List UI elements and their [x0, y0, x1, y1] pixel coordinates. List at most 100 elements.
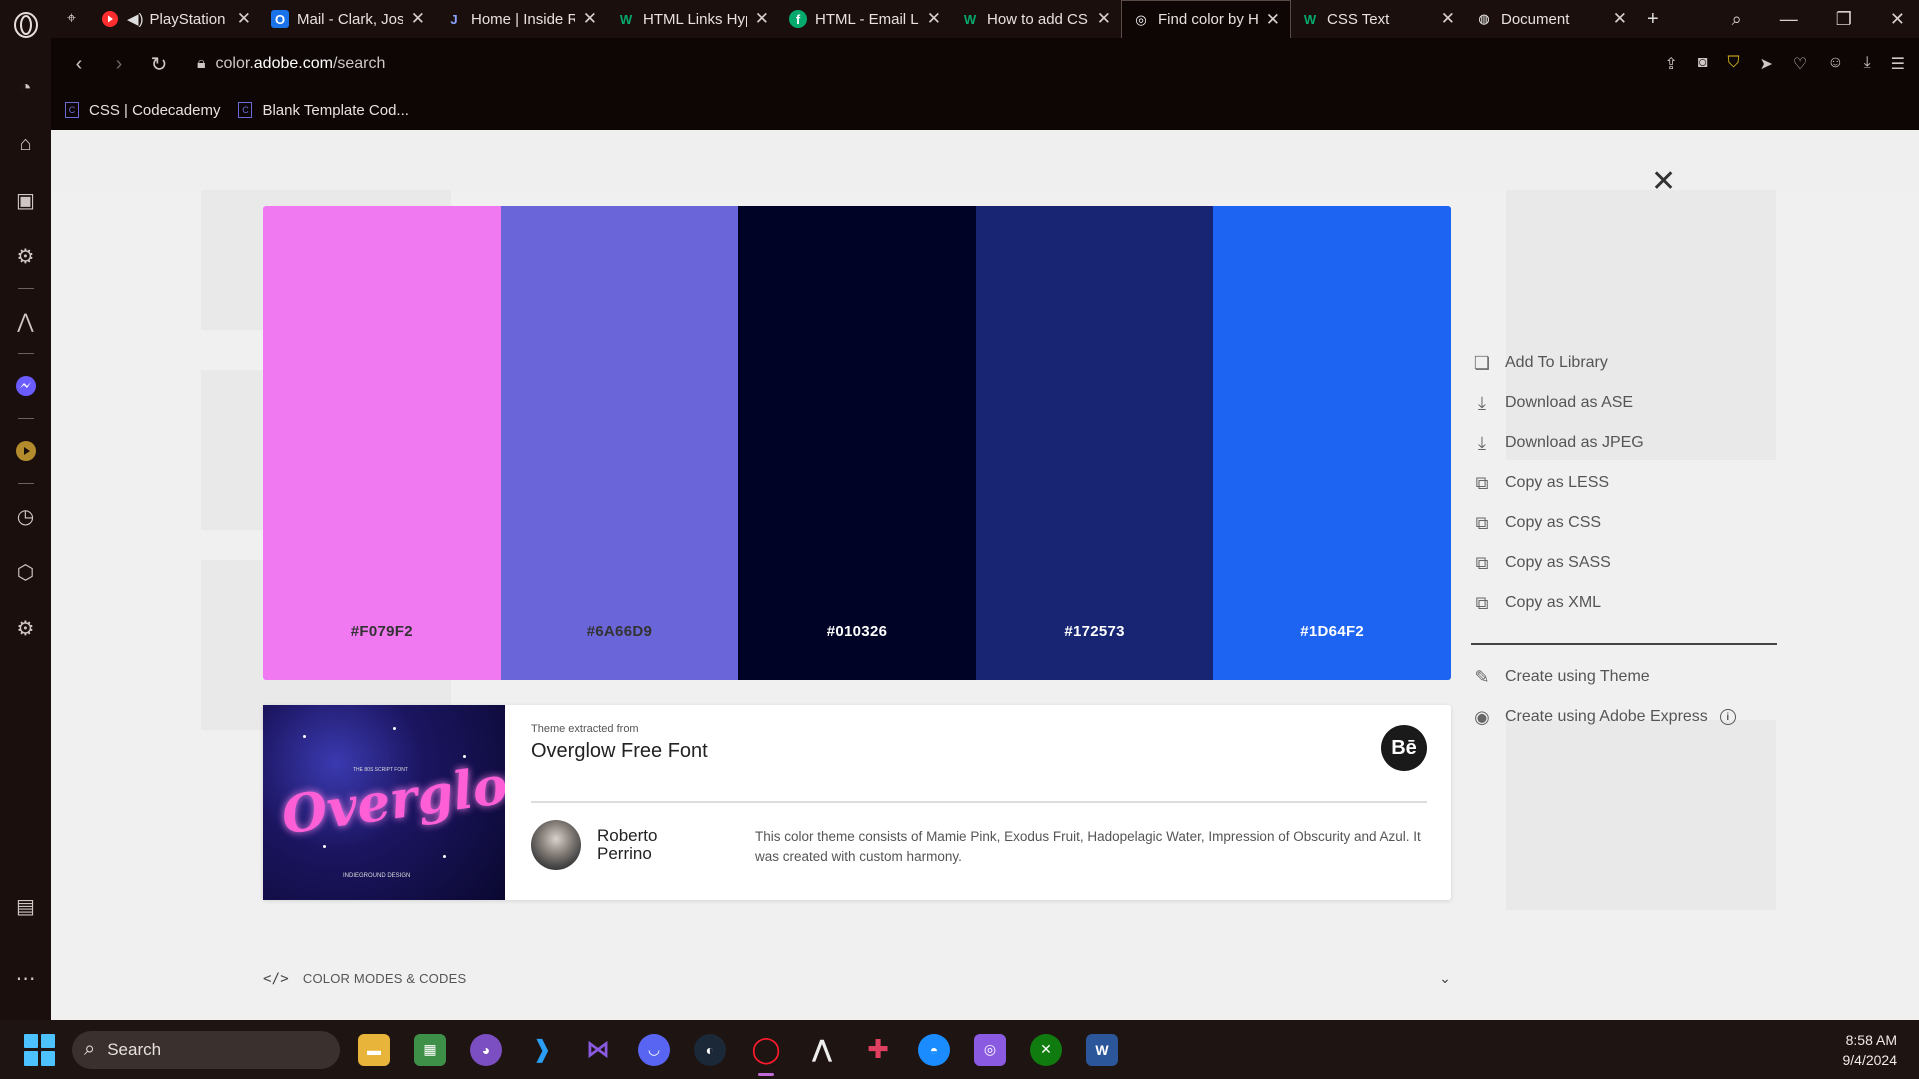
tab-css-text[interactable]: W CSS Text ✕ [1291, 0, 1465, 38]
bookmark-css-codecademy[interactable]: C CSS | Codecademy [65, 102, 220, 119]
swatch-1[interactable]: #F079F2 [263, 206, 501, 680]
taskbar-search[interactable]: ⌕ Search [72, 1030, 340, 1069]
ai-icon[interactable]: ⚙ [12, 242, 40, 270]
download-jpeg-button[interactable]: ⤓ Download as JPEG [1471, 423, 1777, 463]
w3schools-icon: W [963, 11, 977, 27]
close-icon[interactable]: ✕ [1266, 10, 1280, 30]
audio-icon[interactable]: ◀) [127, 10, 144, 28]
messenger-icon[interactable] [12, 372, 40, 400]
tab-mail[interactable]: O Mail - Clark, Jos ✕ [261, 0, 435, 38]
discord-icon[interactable]: ◡ [638, 1033, 670, 1066]
share-icon[interactable]: ⇪ [1664, 54, 1677, 74]
tab-menu-icon[interactable]: ⌖ [51, 0, 91, 38]
tab-inside[interactable]: J Home | Inside R ✕ [435, 0, 607, 38]
visual-studio-icon[interactable]: ⋈ [582, 1034, 614, 1066]
slack-icon[interactable]: ✚ [862, 1034, 894, 1066]
close-icon[interactable]: ✕ [755, 9, 769, 29]
vscode-icon[interactable]: ❱ [526, 1034, 558, 1066]
theme-thumbnail[interactable]: THE 80S SCRIPT FONT Overglow INDIEGROUND… [263, 705, 505, 900]
download-ase-button[interactable]: ⤓ Download as ASE [1471, 383, 1777, 423]
opera-logo-icon[interactable] [11, 10, 41, 40]
minimize-icon[interactable]: — [1780, 9, 1798, 30]
github-desktop-icon[interactable]: ◕ [470, 1033, 502, 1066]
swatch-hex[interactable]: #172573 [1064, 623, 1125, 640]
tab-document[interactable]: ◍ Document ✕ [1465, 0, 1637, 38]
shield-icon[interactable]: ⛉ [1727, 54, 1739, 74]
tab-playstation[interactable]: ◀) PlayStation ✕ [91, 0, 261, 38]
pinboard-icon[interactable]: ▤ [12, 892, 40, 920]
author-name[interactable]: Roberto Perrino [597, 827, 687, 863]
send-icon[interactable]: ➤ [1759, 54, 1772, 74]
close-icon[interactable]: ✕ [927, 9, 941, 29]
close-icon[interactable]: ✕ [237, 9, 251, 29]
bookmark-label: Blank Template Cod... [262, 101, 409, 119]
swatch-hex[interactable]: #1D64F2 [1300, 623, 1364, 640]
close-icon[interactable]: ✕ [1613, 9, 1627, 29]
copy-css-button[interactable]: ⧉ Copy as CSS [1471, 503, 1777, 543]
steam-icon[interactable]: ◐ [694, 1033, 726, 1066]
color-modes-toggle[interactable]: </> COLOR MODES & CODES ⌄ [263, 970, 1451, 987]
chevron-down-icon[interactable]: ⌄ [1439, 970, 1451, 987]
ea-app-icon[interactable]: ◓ [918, 1033, 950, 1066]
tab-find-color[interactable]: ◎ Find color by He ✕ [1121, 0, 1291, 38]
opera-icon[interactable]: ◯ [750, 1034, 782, 1076]
tab-search-icon[interactable]: ⌕ [1732, 9, 1742, 30]
tab-add-css[interactable]: W How to add CS ✕ [951, 0, 1121, 38]
swatch-hex[interactable]: #010326 [827, 623, 888, 640]
easy-setup-icon[interactable]: ☰ [1891, 54, 1905, 74]
affinity-icon[interactable]: ⋀ [806, 1034, 838, 1066]
restore-icon[interactable]: ❐ [1836, 9, 1852, 30]
xbox-icon[interactable]: ✕ [1030, 1033, 1062, 1066]
more-icon[interactable]: ⋯ [12, 964, 40, 992]
player-icon[interactable] [12, 437, 40, 465]
swatch-2[interactable]: #6A66D9 [500, 206, 739, 680]
shopping-icon[interactable]: ⌂ [12, 130, 40, 158]
heart-icon[interactable]: ♡ [1793, 54, 1807, 74]
behance-icon[interactable]: Bē [1381, 725, 1427, 771]
settings-icon[interactable]: ⚙ [12, 614, 40, 642]
swatch-4[interactable]: #172573 [975, 206, 1214, 680]
create-using-express-button[interactable]: ◉ Create using Adobe Express i [1471, 697, 1777, 737]
account-icon[interactable]: ☺ [1827, 54, 1843, 74]
history-icon[interactable]: ◷ [12, 502, 40, 530]
copy-sass-button[interactable]: ⧉ Copy as SASS [1471, 543, 1777, 583]
create-using-theme-button[interactable]: ✎ Create using Theme [1471, 657, 1777, 697]
tab-html-links[interactable]: W HTML Links Hyp ✕ [607, 0, 779, 38]
forward-icon[interactable]: › [107, 53, 131, 76]
close-icon[interactable]: ✕ [1651, 164, 1676, 199]
info-icon[interactable]: i [1719, 709, 1736, 725]
theme-title[interactable]: Overglow Free Font [531, 740, 708, 763]
tab-html-email[interactable]: f HTML - Email Li ✕ [779, 0, 951, 38]
word-icon[interactable]: W [1086, 1033, 1118, 1066]
new-tab-icon[interactable]: + [1647, 8, 1659, 31]
swatch-3[interactable]: #010326 [738, 206, 976, 680]
bookmark-blank-template[interactable]: C Blank Template Cod... [238, 101, 409, 119]
file-explorer-icon[interactable]: ▬ [358, 1033, 390, 1066]
downloads-icon[interactable]: ⤓ [1864, 54, 1871, 74]
reload-icon[interactable]: ↻ [147, 52, 171, 77]
swatch-hex[interactable]: #F079F2 [351, 623, 413, 640]
outlook-icon: O [271, 10, 289, 28]
close-icon[interactable]: ✕ [1097, 9, 1111, 29]
system-clock[interactable]: 8:58 AM 9/4/2024 [1843, 1030, 1898, 1070]
swatch-hex[interactable]: #6A66D9 [587, 623, 652, 640]
close-icon[interactable]: ✕ [411, 9, 425, 29]
image-viewer-icon[interactable]: ▦ [414, 1033, 446, 1066]
aria-icon[interactable]: ⋀ [12, 307, 40, 335]
swatch-5[interactable]: #1D64F2 [1213, 206, 1451, 680]
back-icon[interactable]: ‹ [67, 53, 91, 76]
proton-vpn-icon[interactable]: ◎ [974, 1033, 1006, 1066]
camera-icon[interactable]: ◙ [1698, 54, 1708, 74]
extensions-icon[interactable]: ⬡ [12, 558, 40, 586]
avatar[interactable] [531, 820, 581, 870]
copy-xml-button[interactable]: ⧉ Copy as XML [1471, 583, 1777, 623]
windows-start-icon[interactable] [24, 1033, 56, 1066]
copy-less-button[interactable]: ⧉ Copy as LESS [1471, 463, 1777, 503]
window-close-icon[interactable]: ✕ [1890, 9, 1905, 30]
url-field[interactable]: 🔒︎ color.adobe.com/search [197, 55, 385, 73]
speed-dial-icon[interactable]: ◔ [12, 74, 40, 102]
close-icon[interactable]: ✕ [583, 9, 597, 29]
twitch-icon[interactable]: ▣ [12, 186, 40, 214]
close-icon[interactable]: ✕ [1441, 9, 1455, 29]
add-to-library-button[interactable]: ❏ Add To Library [1471, 343, 1777, 383]
